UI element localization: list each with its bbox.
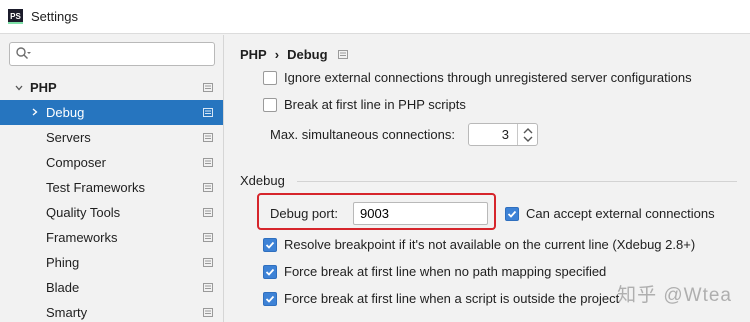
checkmark-icon xyxy=(507,210,517,218)
tree-item-test-frameworks[interactable]: Test Frameworks xyxy=(0,175,223,200)
max-connections-row: Max. simultaneous connections: xyxy=(270,127,455,142)
force-break-no-mapping-checkbox[interactable] xyxy=(263,264,277,279)
settings-search-box[interactable] xyxy=(9,42,215,66)
project-settings-icon xyxy=(203,283,213,292)
tree-item-label: Debug xyxy=(46,105,85,120)
watermark: 知乎 @Wtea xyxy=(617,285,732,306)
settings-sidebar: PHP Debug Servers Composer Test Framewor… xyxy=(0,35,224,322)
chevron-up-icon[interactable] xyxy=(523,127,533,134)
resolve-breakpoint-checkbox[interactable] xyxy=(263,237,277,252)
max-connections-label: Max. simultaneous connections: xyxy=(270,127,455,142)
tree-item-smarty[interactable]: Smarty xyxy=(0,300,223,322)
breadcrumb-current: Debug xyxy=(287,47,328,62)
tree-item-label: PHP xyxy=(30,80,57,95)
project-settings-icon xyxy=(203,258,213,267)
project-settings-icon xyxy=(337,50,348,59)
max-connections-spinner[interactable]: 3 xyxy=(468,123,538,146)
can-accept-external-label: Can accept external connections xyxy=(526,206,715,221)
tree-item-label: Frameworks xyxy=(46,230,118,245)
section-divider xyxy=(297,181,737,182)
force-break-outside-option[interactable]: Force break at first line when a script … xyxy=(263,291,619,306)
tree-item-label: Composer xyxy=(46,155,106,170)
can-accept-external-checkbox[interactable] xyxy=(505,206,519,221)
can-accept-external-option[interactable]: Can accept external connections xyxy=(505,206,715,221)
search-icon xyxy=(16,47,31,59)
tree-item-composer[interactable]: Composer xyxy=(0,150,223,175)
project-settings-icon xyxy=(203,233,213,242)
tree-item-label: Blade xyxy=(46,280,80,295)
ignore-external-checkbox[interactable] xyxy=(263,70,277,85)
spinner-buttons[interactable] xyxy=(517,124,537,145)
force-break-no-mapping-label: Force break at first line when no path m… xyxy=(284,264,607,279)
project-settings-icon xyxy=(203,158,213,167)
tree-item-php[interactable]: PHP xyxy=(0,75,223,100)
break-first-line-option[interactable]: Break at first line in PHP scripts xyxy=(263,97,466,112)
chevron-right-icon[interactable] xyxy=(31,108,39,116)
breadcrumb: PHP › Debug xyxy=(240,47,348,62)
project-settings-icon xyxy=(203,208,213,217)
ignore-external-label: Ignore external connections through unre… xyxy=(284,70,692,85)
checkmark-icon xyxy=(265,268,275,276)
force-break-outside-checkbox[interactable] xyxy=(263,291,277,306)
settings-content-panel: PHP › Debug Ignore external connections … xyxy=(225,35,750,322)
tree-item-blade[interactable]: Blade xyxy=(0,275,223,300)
break-first-line-label: Break at first line in PHP scripts xyxy=(284,97,466,112)
resolve-breakpoint-option[interactable]: Resolve breakpoint if it's not available… xyxy=(263,237,695,252)
checkmark-icon xyxy=(265,241,275,249)
project-settings-icon xyxy=(203,308,213,317)
title-bar: PS Settings xyxy=(0,0,750,34)
force-break-outside-label: Force break at first line when a script … xyxy=(284,291,620,306)
chevron-down-icon[interactable] xyxy=(15,84,23,92)
xdebug-section-title: Xdebug xyxy=(240,173,285,188)
tree-item-frameworks[interactable]: Frameworks xyxy=(0,225,223,250)
window-title: Settings xyxy=(31,9,78,24)
breadcrumb-parent[interactable]: PHP xyxy=(240,47,267,62)
debug-port-label: Debug port: xyxy=(270,206,338,221)
tree-item-label: Quality Tools xyxy=(46,205,121,220)
chevron-down-icon[interactable] xyxy=(523,136,533,143)
tree-item-quality-tools[interactable]: Quality Tools xyxy=(0,200,223,225)
breadcrumb-separator: › xyxy=(274,47,280,62)
project-settings-icon xyxy=(203,133,213,142)
break-first-line-checkbox[interactable] xyxy=(263,97,277,112)
tree-item-phing[interactable]: Phing xyxy=(0,250,223,275)
tree-item-label: Phing xyxy=(46,255,80,270)
tree-item-label: Smarty xyxy=(46,305,88,320)
phpstorm-app-icon: PS xyxy=(8,9,23,24)
checkmark-icon xyxy=(265,295,275,303)
tree-item-label: Test Frameworks xyxy=(46,180,145,195)
resolve-breakpoint-label: Resolve breakpoint if it's not available… xyxy=(284,237,696,252)
project-settings-icon xyxy=(203,83,213,92)
ignore-external-option[interactable]: Ignore external connections through unre… xyxy=(263,70,692,85)
project-settings-icon xyxy=(203,183,213,192)
tree-item-label: Servers xyxy=(46,130,91,145)
tree-item-debug[interactable]: Debug xyxy=(0,100,223,125)
debug-port-row: Debug port: xyxy=(270,206,338,221)
max-connections-value[interactable]: 3 xyxy=(502,127,509,142)
debug-port-input[interactable] xyxy=(353,202,488,225)
project-settings-icon xyxy=(203,108,213,117)
force-break-no-mapping-option[interactable]: Force break at first line when no path m… xyxy=(263,264,606,279)
tree-item-servers[interactable]: Servers xyxy=(0,125,223,150)
settings-search-input[interactable] xyxy=(34,45,210,63)
